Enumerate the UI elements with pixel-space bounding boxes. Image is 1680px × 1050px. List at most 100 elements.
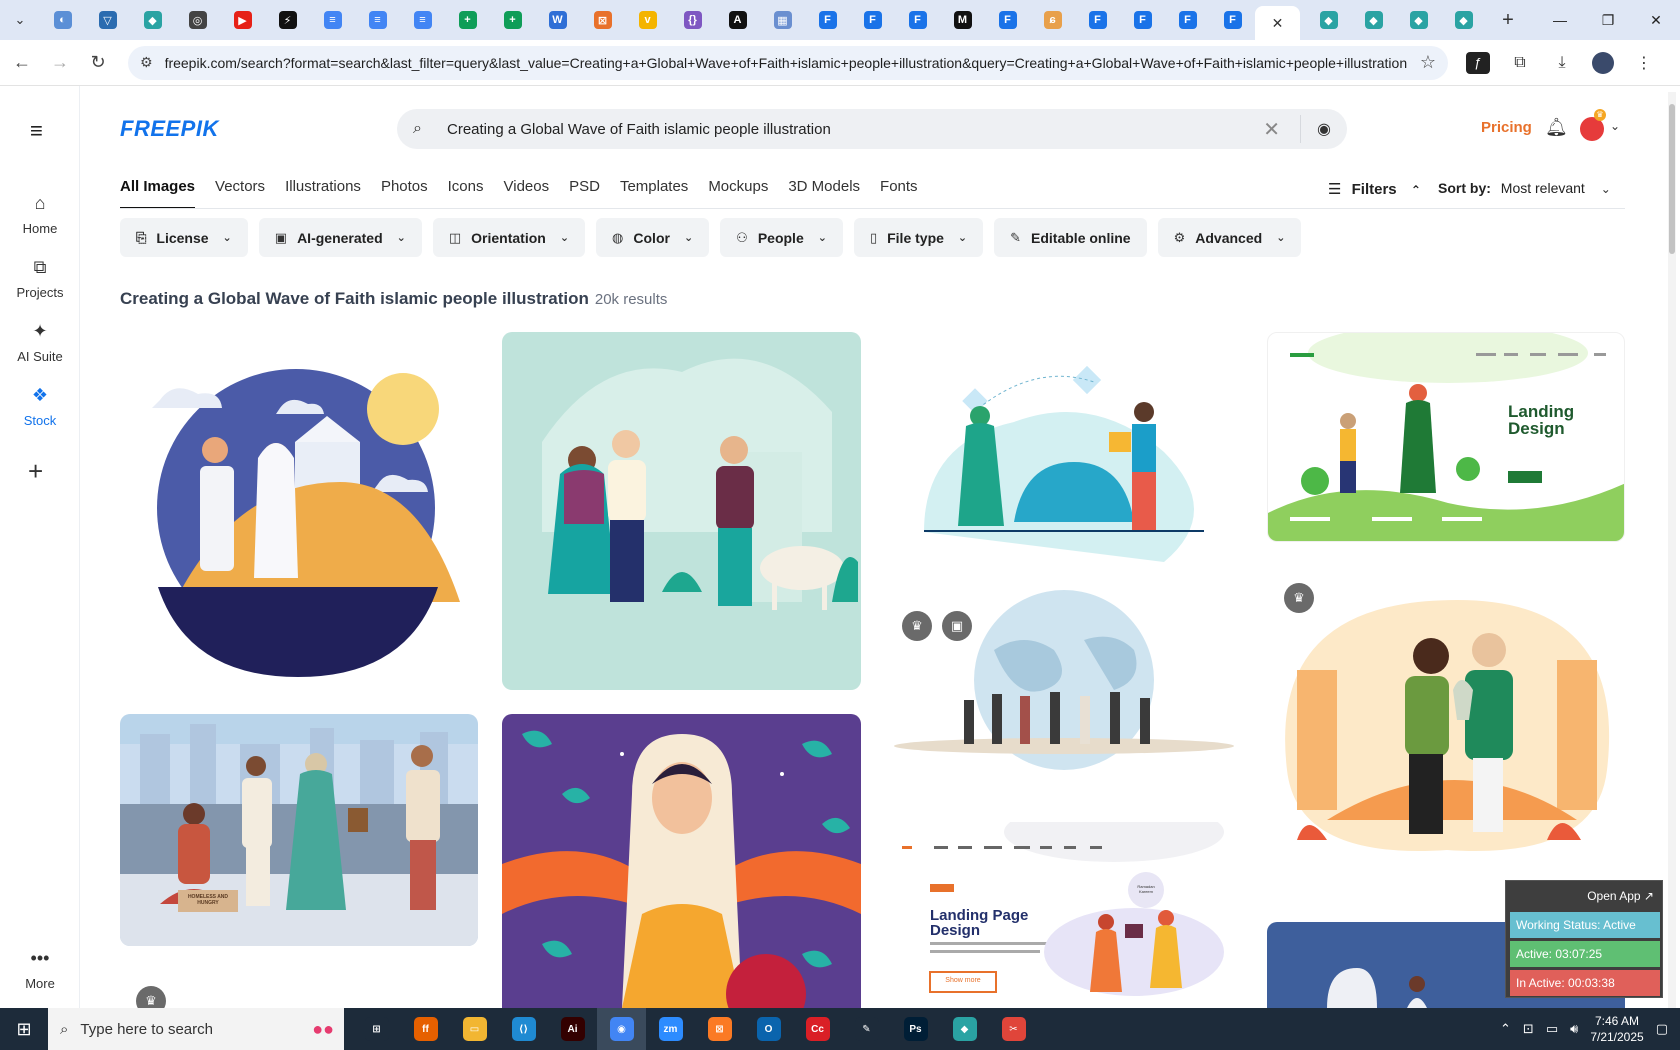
tab-photos[interactable]: Photos [381,178,428,209]
result-card[interactable] [884,332,1244,572]
tab-templates[interactable]: Templates [620,178,688,209]
result-card[interactable] [502,332,861,690]
new-tab-button[interactable]: + [1494,6,1522,34]
tab-psd[interactable]: PSD [569,178,600,209]
taskbar-app-chrome[interactable]: ◉ [597,1008,646,1050]
open-app-link[interactable]: Open App ↗ [1587,889,1654,903]
taskbar-app-app-tool[interactable]: ✂ [989,1008,1038,1050]
browser-tab-12[interactable]: ⊠ [580,4,625,36]
freepik-logo[interactable]: FREEPIK [120,116,219,142]
taskbar-app-xampp[interactable]: ⊠ [695,1008,744,1050]
filter-chip-license[interactable]: ⎘ License ⌄ [120,218,248,257]
taskbar-app-vscode[interactable]: ⟨⟩ [499,1008,548,1050]
browser-tab-1[interactable]: ▽ [85,4,130,36]
minimize-icon[interactable]: — [1536,0,1584,40]
rail-item-stock[interactable]: ❖ Stock [0,385,80,428]
tab-all-images[interactable]: All Images [120,178,196,209]
filter-chip-color[interactable]: ◍ Color ⌄ [596,218,710,257]
taskbar-app-file-explorer[interactable]: ▭ [450,1008,499,1050]
download-icon[interactable]: ⤓ [1550,54,1574,72]
taskbar-app-firefox[interactable]: ff [401,1008,450,1050]
filters-button[interactable]: ☰ Filters ⌃ [1328,180,1421,198]
forward-button[interactable]: → [44,47,76,79]
taskbar-search[interactable]: ⌕ Type here to search ●● [48,1008,344,1050]
extensions-puzzle-icon[interactable]: ⧉ [1508,54,1532,72]
volume-icon[interactable]: 🔊︎ [1570,1021,1578,1037]
address-bar[interactable]: ⚙ freepik.com/search?format=search&last_… [128,45,1448,80]
active-tab[interactable]: ✕ [1255,6,1300,40]
browser-tab-23[interactable]: F [1075,4,1120,36]
rail-item-home[interactable]: ⌂ Home [0,193,80,236]
close-window-icon[interactable]: ✕ [1632,0,1680,40]
tab-illustrations[interactable]: Illustrations [285,178,361,209]
browser-tab-17[interactable]: F [805,4,850,36]
add-icon[interactable]: + [28,456,43,487]
extension-f-icon[interactable]: ƒ [1466,51,1490,74]
browser-tab-8[interactable]: ≡ [400,4,445,36]
taskbar-app-pen-tool[interactable]: ✎ [842,1008,891,1050]
browser-tab-20[interactable]: M [940,4,985,36]
filter-chip-ai-generated[interactable]: ▣ AI-generated ⌄ [258,218,422,257]
clock[interactable]: 7:46 AM 7/21/2025 [1590,1013,1643,1045]
filter-chip-editable-online[interactable]: ✎ Editable online [994,218,1147,257]
browser-tab-24[interactable]: F [1120,4,1165,36]
search-input[interactable]: Creating a Global Wave of Faith islamic … [447,121,1263,138]
browser-tab-16[interactable]: ▦ [760,4,805,36]
result-card[interactable]: HOMELESS AND HUNGRY [120,714,478,946]
notifications-icon[interactable]: ▢ [1656,1021,1668,1037]
tab-mockups[interactable]: Mockups [708,178,768,209]
search-bar[interactable]: ⌕ Creating a Global Wave of Faith islami… [397,109,1347,149]
browser-tab-9[interactable]: + [445,4,490,36]
tab-3d-models[interactable]: 3D Models [788,178,860,209]
browser-tab-11[interactable]: W [535,4,580,36]
chevron-up-icon[interactable]: ⌃ [1500,1021,1511,1037]
camera-search-icon[interactable]: ◉ [1317,119,1331,139]
browser-tab-2[interactable]: ◆ [130,4,175,36]
result-card[interactable] [884,590,1244,770]
browser-tab-0[interactable]: ◐ [40,4,85,36]
browser-tab-21[interactable]: F [985,4,1030,36]
url-text[interactable]: freepik.com/search?format=search&last_fi… [165,55,1412,71]
rail-item-more[interactable]: ••• More [0,948,80,991]
browser-tab-14[interactable]: {} [670,4,715,36]
browser-tab-trailing-1[interactable]: ◆ [1351,4,1396,36]
tab-icons[interactable]: Icons [448,178,484,209]
browser-tab-19[interactable]: F [895,4,940,36]
reload-button[interactable]: ↻ [82,47,114,79]
result-card[interactable] [120,332,478,690]
browser-tab-22[interactable]: ɕ [1030,4,1075,36]
result-card[interactable] [502,714,861,1008]
site-info-icon[interactable]: ⚙ [140,54,153,71]
result-card[interactable]: Landing Page Design Show more Ramadan Ka… [884,822,1244,1008]
browser-tab-13[interactable]: v [625,4,670,36]
taskbar-app-task-view[interactable]: ⊞ [352,1008,401,1050]
taskbar-app-app-diamond[interactable]: ◆ [940,1008,989,1050]
result-card[interactable] [1267,570,1625,870]
scrollbar-thumb[interactable] [1669,104,1675,254]
tab-fonts[interactable]: Fonts [880,178,918,209]
filter-chip-orientation[interactable]: ◫ Orientation ⌄ [432,218,586,257]
browser-tab-5[interactable]: ⚡ [265,4,310,36]
network-warning-icon[interactable]: ⊡ [1523,1021,1534,1037]
notification-bell-icon[interactable]: 🔔︎ [1545,117,1568,138]
taskbar-app-zoom[interactable]: zm [646,1008,695,1050]
tab-search-button[interactable]: ⌄ [6,6,34,34]
wifi-icon[interactable]: ▭ [1546,1021,1558,1037]
browser-tab-trailing-3[interactable]: ◆ [1441,4,1486,36]
taskbar-search-input[interactable]: Type here to search [80,1021,312,1038]
browser-tab-6[interactable]: ≡ [310,4,355,36]
filter-chip-file-type[interactable]: ▯ File type ⌄ [853,218,984,257]
windows-start-icon[interactable]: ⊞ [0,1008,48,1050]
rail-item-projects[interactable]: ⧉ Projects [0,257,80,300]
browser-tab-4[interactable]: ▶ [220,4,265,36]
pricing-link[interactable]: Pricing [1481,119,1532,136]
profile-avatar[interactable] [1592,51,1614,74]
rail-item-ai-suite[interactable]: ✦ AI Suite [0,321,80,364]
hamburger-menu-icon[interactable]: ≡ [30,118,43,144]
browser-menu-icon[interactable]: ⋮ [1632,53,1656,73]
filter-chip-people[interactable]: ⚇ People ⌄ [720,218,843,257]
restore-icon[interactable]: ❐ [1584,0,1632,40]
sort-dropdown[interactable]: Sort by: Most relevant ⌄ [1438,180,1611,196]
browser-tab-trailing-0[interactable]: ◆ [1306,4,1351,36]
browser-tab-10[interactable]: + [490,4,535,36]
